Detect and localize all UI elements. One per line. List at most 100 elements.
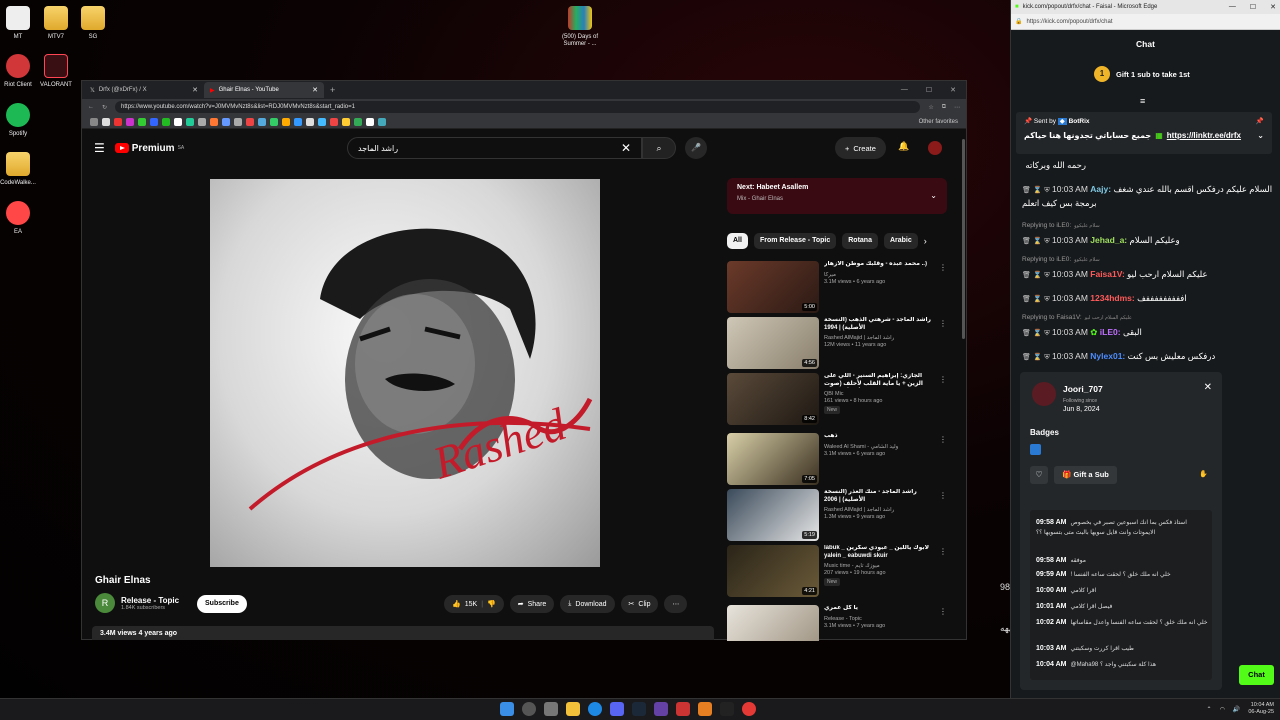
share-button[interactable]: ➦ Share: [509, 595, 555, 613]
start-icon[interactable]: [500, 702, 514, 716]
chat-send-button[interactable]: Chat: [1239, 665, 1274, 685]
chevron-up-icon[interactable]: ⌃: [1207, 706, 1212, 713]
desktop-icon-valorant[interactable]: VALORANT: [30, 54, 82, 89]
more-actions-button[interactable]: ⋯: [664, 595, 688, 613]
favorite-icon[interactable]: [366, 117, 374, 126]
task-view-icon[interactable]: [544, 702, 558, 716]
tab-youtube[interactable]: ▶ Ghair Elnas - YouTube ✕: [204, 82, 324, 98]
recommended-item[interactable]: 7:05 ذهب Waleed Al Shami - وليد الشامي 3.1…: [727, 433, 947, 485]
download-button[interactable]: ⤓ Download: [560, 595, 615, 613]
favorite-icon[interactable]: [270, 117, 278, 126]
star-icon[interactable]: ☆: [928, 104, 933, 111]
thumbs-down-icon[interactable]: 👎: [487, 600, 496, 608]
ban-icon[interactable]: ⛨: [1044, 330, 1049, 337]
timeout-icon[interactable]: ⌛: [1033, 354, 1042, 361]
file-explorer-icon[interactable]: [566, 702, 580, 716]
close-window-icon[interactable]: ✕: [950, 86, 956, 94]
back-icon[interactable]: ←: [88, 104, 94, 110]
more-options-icon[interactable]: ⋮: [939, 319, 947, 328]
wifi-icon[interactable]: ◠: [1220, 706, 1225, 713]
recommended-item[interactable]: 4:21 labuk _ لابوك ياللين _ عبودي سكرين …: [727, 545, 947, 597]
other-favorites[interactable]: Other favorites: [919, 119, 958, 125]
ban-icon[interactable]: ⛨: [1044, 238, 1049, 245]
favorite-icon[interactable]: [234, 117, 242, 126]
pinned-link[interactable]: https://linktr.ee/drfx: [1167, 131, 1241, 140]
more-options-icon[interactable]: ⋮: [939, 435, 947, 444]
like-button[interactable]: 👍 15K | 👎: [444, 595, 504, 613]
favorite-icon[interactable]: [342, 117, 350, 126]
app-icon[interactable]: [742, 702, 756, 716]
minimize-icon[interactable]: —: [1229, 3, 1236, 11]
delete-icon[interactable]: 🗑: [1022, 272, 1031, 279]
favorite-icon[interactable]: [378, 117, 386, 126]
search-icon[interactable]: [522, 702, 536, 716]
app-icon[interactable]: [720, 702, 734, 716]
favorite-icon[interactable]: [306, 117, 314, 126]
favorite-icon[interactable]: [90, 117, 98, 126]
favorite-icon[interactable]: [198, 117, 206, 126]
follow-button[interactable]: ♡: [1030, 466, 1048, 484]
favorite-icon[interactable]: [114, 117, 122, 126]
search-input[interactable]: راشد الماجد ✕: [347, 137, 642, 159]
favorite-icon[interactable]: [162, 117, 170, 126]
desktop-icon-spotify[interactable]: Spotify: [0, 103, 44, 138]
channel-info[interactable]: R Release - Topic 1.84K subscribers: [95, 593, 179, 613]
timeout-icon[interactable]: ⌛: [1033, 238, 1042, 245]
favorite-icon[interactable]: [330, 117, 338, 126]
timeout-icon[interactable]: ⌛: [1033, 272, 1042, 279]
favorite-icon[interactable]: [150, 117, 158, 126]
ban-icon[interactable]: ⛨: [1044, 354, 1049, 361]
clear-search-icon[interactable]: ✕: [621, 141, 631, 155]
voice-search-button[interactable]: 🎤: [685, 137, 707, 159]
recommended-item[interactable]: 8:42 الجازي: إبراهيم السنير - اللي على ا…: [727, 373, 947, 425]
gift-sub-button[interactable]: 🎁 Gift a Sub: [1054, 466, 1117, 484]
obs-icon[interactable]: [654, 702, 668, 716]
close-tab-icon[interactable]: ✕: [192, 86, 198, 94]
chip-rotana[interactable]: Rotana: [842, 233, 878, 249]
app-icon[interactable]: [698, 702, 712, 716]
recommended-item[interactable]: 4:56 راشد الماجد - شرهتي الذهب (النسخة ا…: [727, 317, 947, 369]
more-options-icon[interactable]: ⋮: [939, 263, 947, 272]
favorite-icon[interactable]: [210, 117, 218, 126]
maximize-icon[interactable]: ☐: [926, 86, 932, 94]
close-icon[interactable]: ✕: [1204, 382, 1212, 393]
favorite-icon[interactable]: [282, 117, 290, 126]
more-options-icon[interactable]: ⋮: [939, 491, 947, 500]
collapse-icon[interactable]: ≡: [1140, 96, 1145, 106]
refresh-icon[interactable]: ↻: [102, 104, 107, 111]
chevron-right-icon[interactable]: ›: [924, 233, 927, 249]
subscribe-button[interactable]: Subscribe: [197, 595, 247, 613]
more-options-icon[interactable]: ⋮: [939, 607, 947, 616]
ban-icon[interactable]: ⛨: [1044, 296, 1049, 303]
favorite-icon[interactable]: [318, 117, 326, 126]
timeout-icon[interactable]: ⌛: [1033, 187, 1042, 194]
delete-icon[interactable]: 🗑: [1022, 187, 1031, 194]
mod-tools-icon[interactable]: ✋: [1199, 470, 1208, 478]
favorite-icon[interactable]: [126, 117, 134, 126]
hamburger-menu-icon[interactable]: ☰: [94, 141, 105, 155]
channel-name[interactable]: Release - Topic: [121, 596, 179, 605]
clock[interactable]: 10:04 AM 06-Aug-25: [1248, 702, 1274, 716]
favorite-icon[interactable]: [102, 117, 110, 126]
gift-banner[interactable]: 1 Gift 1 sub to take 1st: [1094, 66, 1190, 82]
extensions-icon[interactable]: ⧉: [942, 104, 946, 111]
favorite-icon[interactable]: [222, 117, 230, 126]
more-options-icon[interactable]: ⋮: [939, 547, 947, 556]
delete-icon[interactable]: 🗑: [1022, 238, 1031, 245]
up-next-panel[interactable]: Next: Habeet Asallem Mix - Ghair Elnas ⌄: [727, 178, 947, 214]
favorite-icon[interactable]: [246, 117, 254, 126]
minimize-icon[interactable]: —: [901, 86, 908, 94]
scrollbar[interactable]: [962, 139, 965, 339]
delete-icon[interactable]: 🗑: [1022, 330, 1031, 337]
app-icon[interactable]: [676, 702, 690, 716]
close-window-icon[interactable]: ✕: [1270, 3, 1276, 11]
chip-arabic[interactable]: Arabic: [883, 233, 918, 249]
more-options-icon[interactable]: ⋮: [939, 375, 947, 384]
timeout-icon[interactable]: ⌛: [1033, 330, 1042, 337]
favorite-icon[interactable]: [258, 117, 266, 126]
steam-icon[interactable]: [632, 702, 646, 716]
chip-from-release[interactable]: From Release - Topic: [753, 233, 837, 249]
discord-icon[interactable]: [610, 702, 624, 716]
channel-avatar[interactable]: R: [95, 593, 115, 613]
chip-all[interactable]: All: [727, 233, 748, 249]
